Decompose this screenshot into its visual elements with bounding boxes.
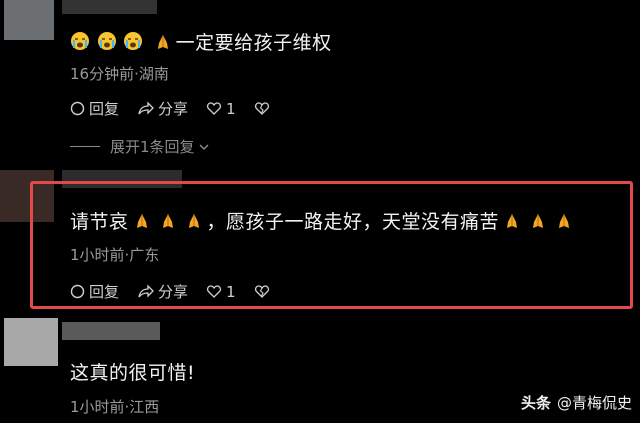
share-icon — [138, 101, 154, 115]
broken-heart-icon — [254, 102, 269, 115]
like-button[interactable]: 1 — [206, 100, 236, 118]
comment-actions: 回复 分享 1 — [70, 98, 292, 119]
share-button[interactable]: 分享 — [137, 281, 188, 302]
comment-meta: 16分钟前·湖南 — [70, 65, 169, 83]
heart-icon — [206, 102, 222, 115]
share-icon — [138, 284, 154, 298]
username[interactable] — [62, 322, 160, 340]
like-button[interactable]: 1 — [206, 283, 236, 301]
watermark-brand: 头条 — [520, 394, 551, 412]
reply-button[interactable]: 回复 — [70, 281, 119, 302]
comment-actions: 回复 分享 1 — [70, 281, 292, 302]
crying-face-emoji-icon — [123, 31, 143, 56]
divider-line — [70, 146, 100, 147]
dislike-button[interactable] — [254, 101, 274, 116]
expand-replies-button[interactable]: 展开1条回复 — [70, 136, 210, 157]
watermark-handle: @青梅侃史 — [556, 394, 632, 412]
reply-button[interactable]: 回复 — [70, 98, 119, 119]
crying-face-emoji-icon — [97, 31, 117, 56]
praying-hands-emoji-icon — [134, 212, 150, 228]
comment-text: 这真的很可惜! — [70, 362, 196, 384]
praying-hands-emoji-icon — [186, 212, 202, 228]
crying-face-emoji-icon — [70, 31, 90, 56]
dislike-button[interactable] — [254, 284, 274, 299]
username[interactable] — [62, 0, 157, 14]
reply-icon — [70, 101, 85, 116]
reply-icon — [70, 284, 85, 299]
share-button[interactable]: 分享 — [137, 98, 188, 119]
praying-hands-emoji-icon — [556, 212, 572, 228]
broken-heart-icon — [254, 285, 269, 298]
chevron-down-icon — [199, 144, 209, 150]
praying-hands-emoji-icon — [530, 212, 546, 228]
comment-text: 请节哀 ，愿孩子一路走好，天堂没有痛苦 — [70, 207, 577, 234]
praying-hands-emoji-icon — [160, 212, 176, 228]
praying-hands-emoji-icon — [504, 212, 520, 228]
watermark: 头条 @青梅侃史 — [521, 392, 632, 413]
heart-icon — [206, 285, 222, 298]
praying-hands-emoji-icon — [155, 33, 171, 49]
avatar[interactable] — [4, 0, 54, 40]
comment-text: 一定要给孩子维权 — [70, 28, 332, 56]
avatar[interactable] — [4, 318, 58, 366]
comment-meta: 1小时前·广东 — [70, 246, 160, 264]
comment-meta: 1小时前·江西 — [70, 398, 160, 416]
